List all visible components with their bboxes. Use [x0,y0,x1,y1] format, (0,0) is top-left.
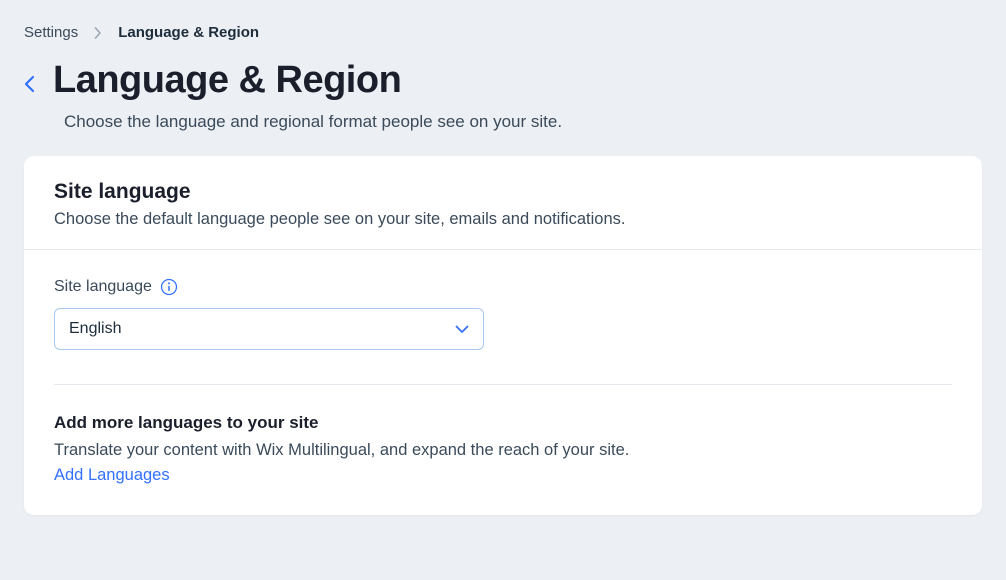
card-subtitle: Choose the default language people see o… [54,210,952,229]
breadcrumb-parent-link[interactable]: Settings [24,24,78,41]
chevron-right-icon [94,27,102,39]
info-icon[interactable] [160,278,178,296]
site-language-label: Site language [54,278,152,296]
breadcrumb-current: Language & Region [118,24,259,41]
site-language-select[interactable]: English [54,308,484,350]
page-subtitle: Choose the language and regional format … [64,112,982,132]
add-languages-link[interactable]: Add Languages [54,466,952,485]
back-arrow-icon[interactable] [24,69,35,93]
card-title: Site language [54,180,952,204]
multilingual-description: Translate your content with Wix Multilin… [54,441,952,460]
breadcrumb: Settings Language & Region [24,24,982,41]
site-language-card: Site language Choose the default languag… [24,156,982,515]
divider [54,384,952,385]
chevron-down-icon [455,325,469,334]
site-language-value: English [69,320,121,338]
multilingual-title: Add more languages to your site [54,413,952,433]
page-title: Language & Region [53,59,401,102]
